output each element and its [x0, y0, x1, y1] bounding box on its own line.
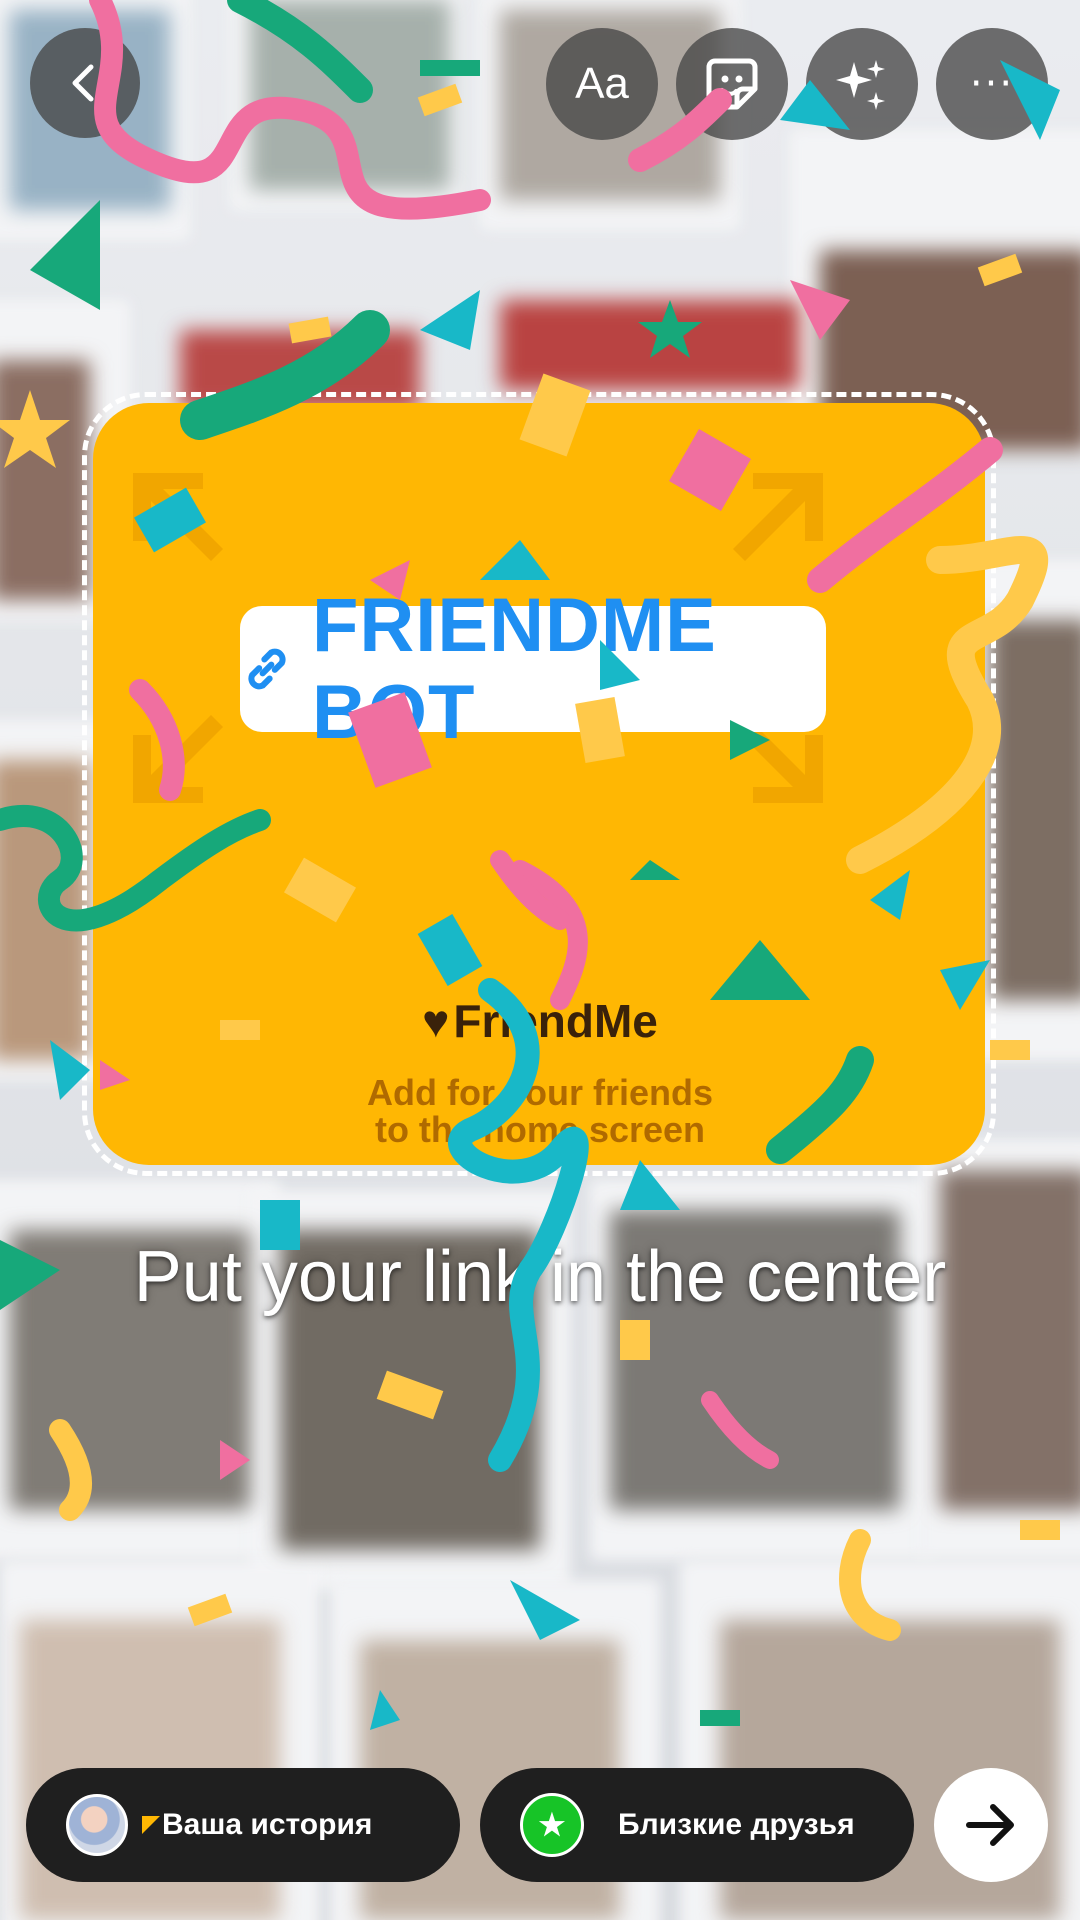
back-button[interactable]: [30, 28, 140, 138]
star-icon: ★: [520, 1793, 584, 1857]
close-friends-label: Близкие друзья: [618, 1808, 855, 1841]
text-tool-button[interactable]: Aa: [546, 28, 658, 140]
sticker-background: [93, 403, 985, 1165]
close-friends-button[interactable]: ★ Близкие друзья: [480, 1768, 914, 1882]
your-story-button[interactable]: Ваша история: [26, 1768, 460, 1882]
heart-icon: ♥: [422, 995, 450, 1047]
link-button[interactable]: FRIENDME BOT: [240, 583, 826, 755]
more-button[interactable]: ···: [936, 28, 1048, 140]
sticker-icon: [706, 58, 758, 110]
next-button[interactable]: [934, 1768, 1048, 1882]
tagline-line: to the home screen: [374, 1109, 706, 1150]
effects-button[interactable]: [806, 28, 918, 140]
link-icon: [248, 648, 286, 690]
sticker-button[interactable]: [676, 28, 788, 140]
avatar: [66, 1794, 128, 1856]
instruction-text: Put your link in the center: [133, 1237, 947, 1317]
arrow-decoration-icon: [133, 473, 823, 803]
text-tool-label: Aa: [575, 59, 629, 108]
tagline-line: Add for your friends: [366, 1072, 713, 1113]
your-story-label: Ваша история: [162, 1808, 373, 1841]
confetti-mark-icon: [142, 1816, 160, 1834]
chevron-left-icon: [72, 64, 94, 102]
link-sticker-card[interactable]: [82, 392, 996, 1176]
link-label: FRIENDME BOT: [311, 583, 717, 755]
sparkles-icon: [836, 60, 885, 110]
brand-label: FriendMe: [453, 995, 658, 1047]
more-icon: ···: [969, 61, 1015, 107]
arrow-right-icon: [966, 1804, 1014, 1846]
brand-name: ♥FriendMe: [0, 994, 1080, 1048]
sticker-tagline: Add for your friends to the home screen: [0, 1074, 1080, 1148]
